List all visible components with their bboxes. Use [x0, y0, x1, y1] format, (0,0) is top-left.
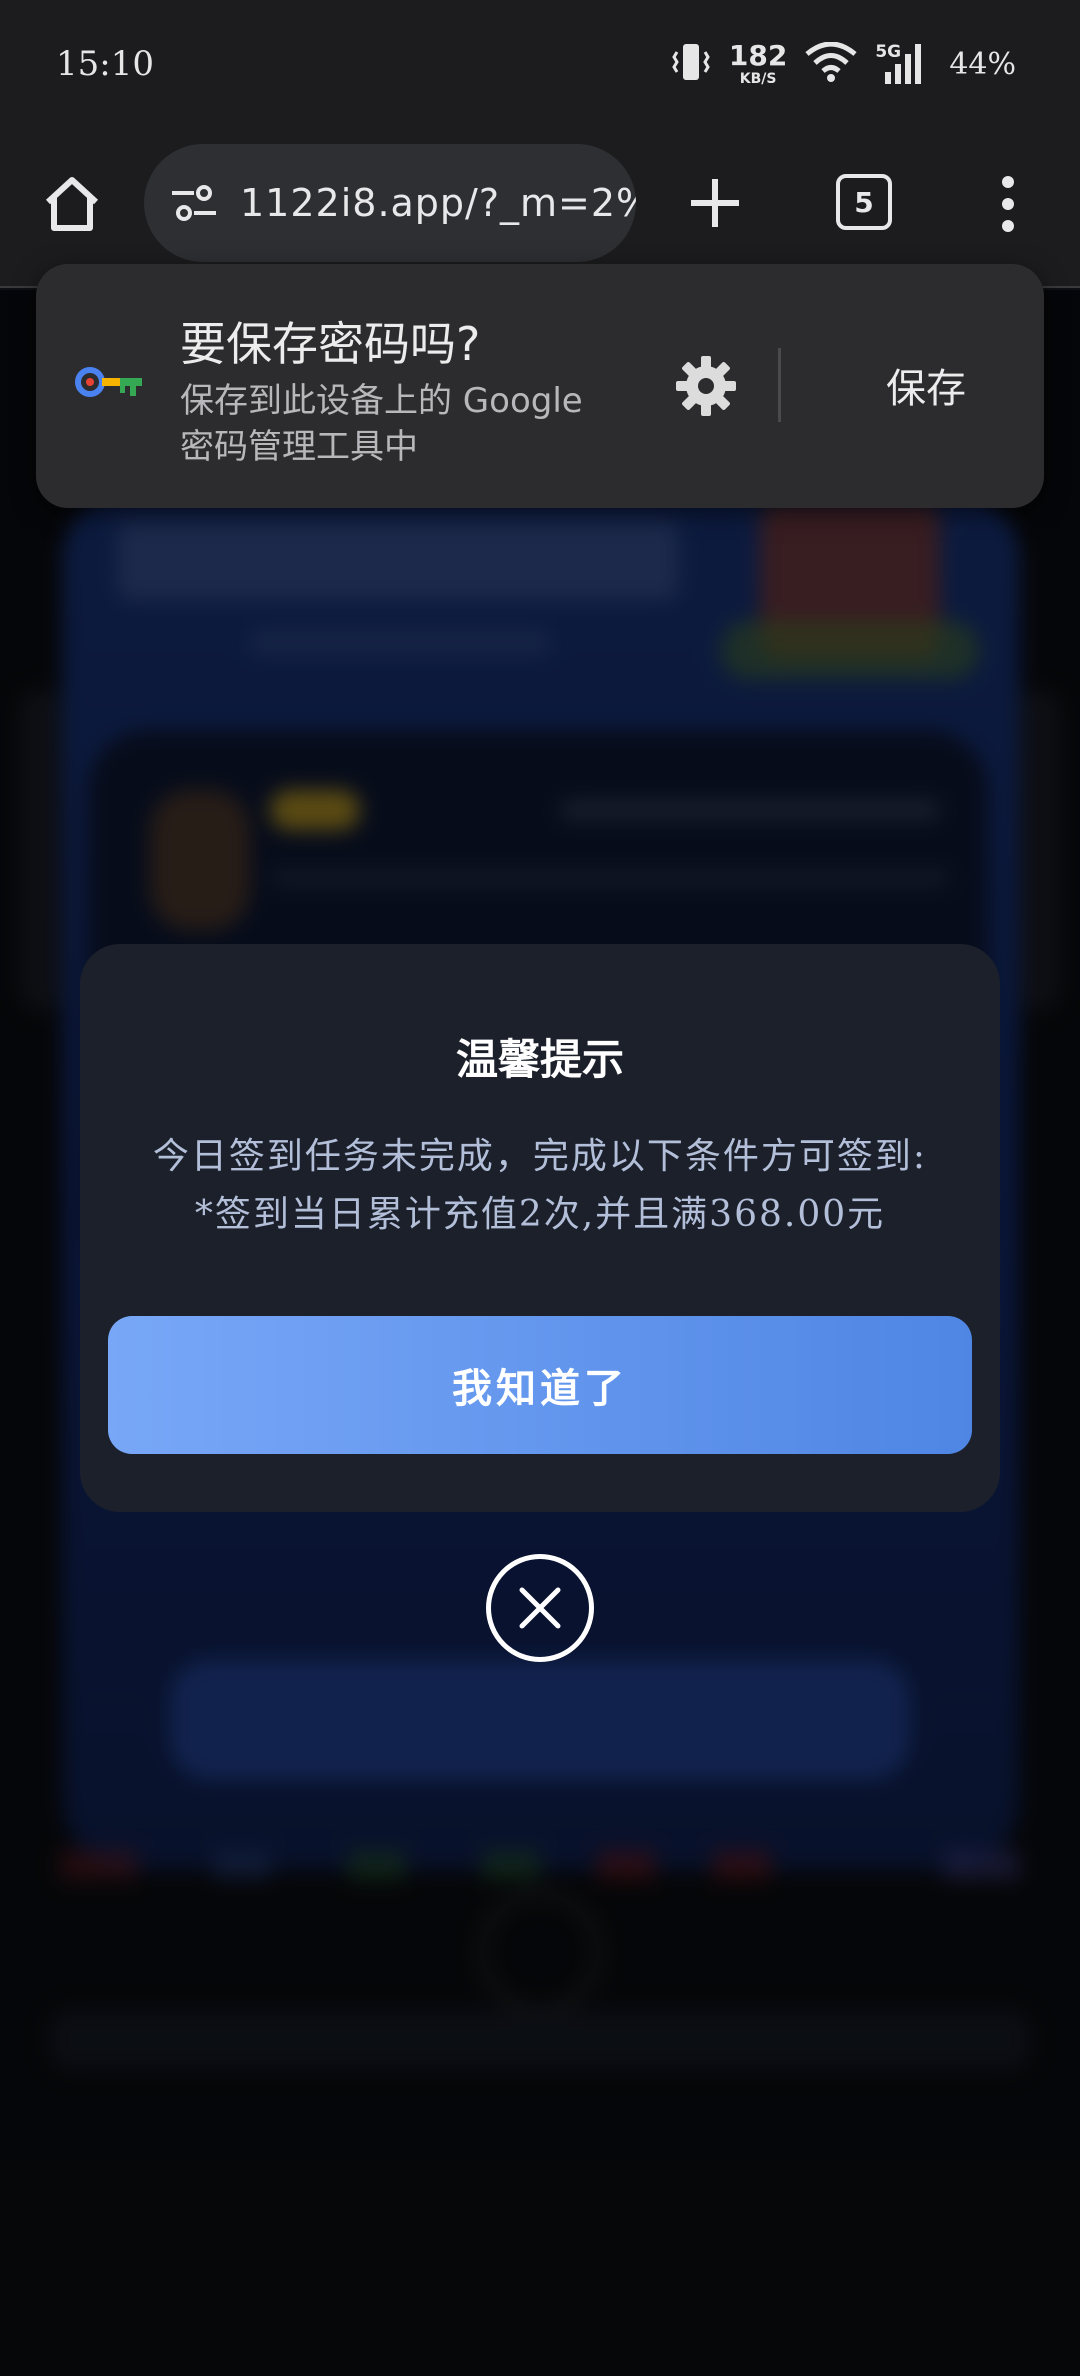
close-icon	[519, 1587, 561, 1629]
tune-icon[interactable]	[168, 177, 220, 229]
close-dialog-button[interactable]	[486, 1554, 594, 1662]
wifi-icon	[805, 41, 857, 86]
dialog-message-line: 今日签到任务未完成，完成以下条件方可签到:	[152, 1136, 928, 1177]
status-time: 15:10	[56, 44, 154, 84]
home-icon[interactable]	[36, 168, 108, 240]
tab-switcher-button[interactable]: 5	[836, 174, 892, 230]
dialog-message: 今日签到任务未完成，完成以下条件方可签到: *签到当日累计充值2次,并且满368…	[110, 1128, 970, 1244]
net-speed-value: 182	[728, 39, 788, 72]
plus-icon	[691, 179, 739, 227]
dialog-message-line: *签到当日累计充值2次,并且满368.00元	[194, 1194, 886, 1235]
more-vert-icon[interactable]	[988, 168, 1028, 240]
vibrate-icon	[671, 40, 711, 88]
net-speed-unit: KB/S	[739, 71, 777, 87]
new-tab-button[interactable]	[680, 168, 750, 238]
confirm-button[interactable]: 我知道了	[108, 1316, 972, 1454]
prompt-title: 要保存密码吗?	[180, 317, 481, 371]
gear-icon[interactable]	[672, 352, 740, 420]
battery-level: 44%	[949, 46, 1016, 82]
divider	[778, 348, 781, 422]
save-password-button[interactable]: 保存	[836, 356, 1016, 416]
signal-icon: 5G	[875, 42, 931, 86]
address-bar[interactable]: 1122i8.app/?_m=2%	[144, 144, 636, 262]
prompt-description: 保存到此设备上的 Google 密码管理工具中	[180, 381, 583, 467]
status-bar: 15:10 182 KB/S 5G 44%	[0, 0, 1080, 128]
save-password-prompt: 要保存密码吗? 保存到此设备上的 Google 密码管理工具中 保存	[36, 264, 1044, 508]
status-icons: 182 KB/S 5G 44%	[671, 40, 1016, 88]
url-text[interactable]: 1122i8.app/?_m=2%	[240, 181, 636, 225]
key-icon	[74, 362, 146, 410]
notice-dialog: 温馨提示 今日签到任务未完成，完成以下条件方可签到: *签到当日累计充值2次,并…	[80, 944, 1000, 1512]
dialog-title: 温馨提示	[455, 1035, 624, 1084]
net-speed: 182 KB/S	[728, 39, 788, 87]
